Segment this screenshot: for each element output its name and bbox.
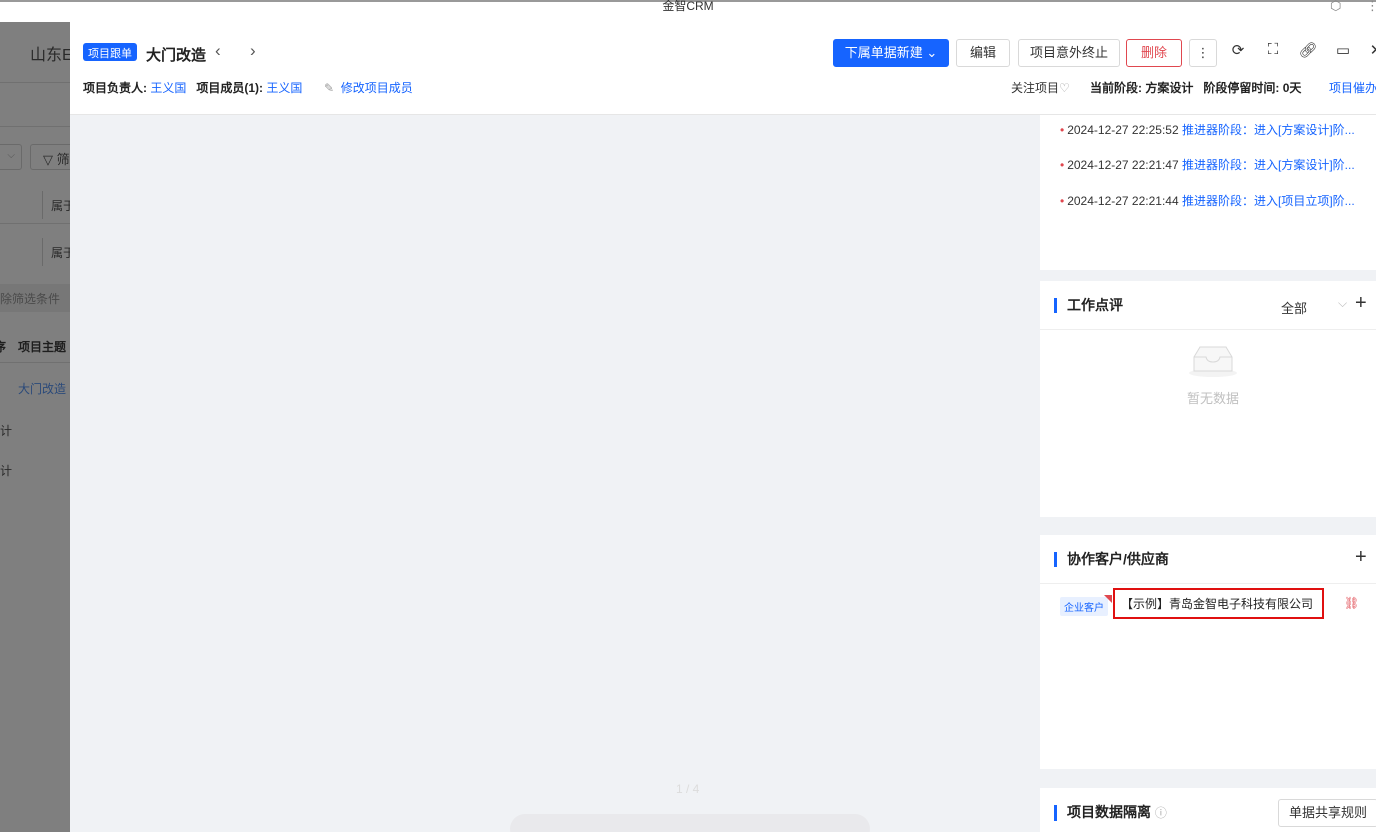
data-isolation-card: 项目数据隔离 ⓘ 单据共享规则 xyxy=(1040,788,1376,832)
field-label: 属于 xyxy=(42,238,70,266)
section-title: 工作点评 xyxy=(1054,298,1123,313)
chevron-down-icon: ⌵ xyxy=(7,150,15,161)
share-rules-button[interactable]: 单据共享规则 xyxy=(1278,799,1376,827)
section-title: 协作客户/供应商 xyxy=(1054,552,1169,567)
window-title: 金智CRM xyxy=(662,0,714,13)
work-review-card: 工作点评 全部 ⌵ + 暂无数据 xyxy=(1040,281,1376,517)
help-icon[interactable]: ⓘ xyxy=(1155,806,1167,820)
urge-project-link[interactable]: 项目催办 xyxy=(1329,79,1376,96)
add-icon[interactable]: + xyxy=(1355,546,1367,569)
view-select[interactable]: ⌵ xyxy=(0,144,22,170)
refresh-icon[interactable]: ⟳ xyxy=(1228,41,1248,59)
follow-project[interactable]: 关注项目♡ xyxy=(1011,79,1070,96)
log-entry: • 2024-12-27 22:21:47 推进器阶段：进入[方案设计]阶... xyxy=(1060,158,1355,172)
laptop-icon[interactable]: ▭ xyxy=(1333,41,1353,59)
divider xyxy=(0,223,70,224)
owner-link[interactable]: 王义国 xyxy=(150,81,186,95)
owner-info: 项目负责人: 王义国 项目成员(1): 王义国 xyxy=(83,81,303,95)
link-icon[interactable]: 🔗︎ xyxy=(1298,41,1318,59)
divider xyxy=(1040,329,1376,330)
table-cell: 计 xyxy=(0,464,13,478)
kebab-icon: ⋮ xyxy=(1196,45,1210,60)
chevron-down-icon[interactable]: ⌵ xyxy=(1338,296,1347,311)
chevron-down-icon: ⌄ xyxy=(926,45,938,60)
main-content-area xyxy=(70,115,1040,832)
section-title: 项目数据隔离 ⓘ xyxy=(1054,805,1167,821)
log-entry: • 2024-12-27 22:21:44 推进器阶段：进入[项目立项]阶... xyxy=(1060,194,1355,208)
edit-members-link[interactable]: ✎ 修改项目成员 xyxy=(324,79,413,96)
log-link[interactable]: 推进器阶段：进入[方案设计]阶... xyxy=(1182,158,1355,172)
customer-type-badge: 企业客户 xyxy=(1060,597,1108,616)
settings-icon[interactable]: ⬡ xyxy=(1330,0,1341,14)
review-filter-select[interactable]: 全部 xyxy=(1281,298,1307,317)
activity-log-card: • 2024-12-27 22:25:52 推进器阶段：进入[方案设计]阶... … xyxy=(1040,115,1376,270)
background-page: 山东E ⌵ ▽ 筛 属于 属于 除筛选条件 序 项目主题 大门改造 计 计 xyxy=(0,22,70,832)
more-actions-button[interactable]: ⋮ xyxy=(1189,39,1217,67)
record-title: 大门改造 xyxy=(146,47,207,64)
chevron-left-icon[interactable]: ‹ xyxy=(215,41,221,61)
partners-card: 协作客户/供应商 + 企业客户 【示例】青岛金智电子科技有限公司 ⛓︎ xyxy=(1040,535,1376,769)
edit-button[interactable]: 编辑 xyxy=(956,39,1010,67)
close-icon[interactable]: ✕ xyxy=(1366,41,1376,59)
table-cell: 计 xyxy=(0,424,13,438)
filter-icon: ▽ xyxy=(43,152,53,167)
empty-state-text: 暂无数据 xyxy=(1186,391,1239,406)
chevron-right-icon[interactable]: › xyxy=(250,41,256,61)
heart-icon: ♡ xyxy=(1059,81,1070,95)
filter-button[interactable]: ▽ 筛 xyxy=(30,144,70,170)
fullscreen-icon[interactable]: ⛶ xyxy=(1263,41,1283,58)
detail-drawer: 项目跟单 大门改造 ‹ › 下属单据新建 ⌄ 编辑 项目意外终止 删除 ⋮ ⟳ … xyxy=(70,22,1376,832)
members-link[interactable]: 王义国 xyxy=(266,81,302,95)
divider xyxy=(0,362,70,363)
pencil-icon: ✎ xyxy=(324,81,335,95)
add-icon[interactable]: + xyxy=(1355,292,1367,315)
customer-link[interactable]: 【示例】青岛金智电子科技有限公司 xyxy=(1113,588,1324,619)
field-label: 属于 xyxy=(42,191,70,219)
divider xyxy=(0,82,70,83)
clear-filters-link[interactable]: 除筛选条件 xyxy=(0,284,70,312)
log-entry: • 2024-12-27 22:25:52 推进器阶段：进入[方案设计]阶... xyxy=(1060,123,1355,137)
company-name: 山东E xyxy=(30,47,70,64)
new-sub-record-button[interactable]: 下属单据新建 ⌄ xyxy=(833,39,949,67)
table-row-link[interactable]: 大门改造 xyxy=(18,380,66,397)
unlink-icon[interactable]: ⛓︎ xyxy=(1344,596,1359,610)
flag-icon xyxy=(1104,595,1112,603)
column-header-subject: 项目主题 xyxy=(18,340,67,354)
divider xyxy=(1040,583,1376,584)
window-titlebar: 金智CRM ⬡ ⋮ xyxy=(0,0,1376,22)
page-indicator: 1 / 4 xyxy=(676,782,700,796)
column-header: 序 xyxy=(0,340,7,354)
record-type-tag: 项目跟单 xyxy=(83,43,137,61)
more-icon[interactable]: ⋮ xyxy=(1366,0,1376,14)
log-link[interactable]: 推进器阶段：进入[项目立项]阶... xyxy=(1182,194,1355,208)
divider xyxy=(0,126,70,127)
empty-inbox-icon xyxy=(1189,346,1237,377)
log-link[interactable]: 推进器阶段：进入[方案设计]阶... xyxy=(1182,123,1355,137)
document-toolbar[interactable] xyxy=(510,814,870,832)
stage-info: 当前阶段: 方案设计 阶段停留时间: 0天 xyxy=(1090,81,1302,95)
delete-button[interactable]: 删除 xyxy=(1126,39,1182,67)
terminate-project-button[interactable]: 项目意外终止 xyxy=(1018,39,1120,67)
drawer-header: 项目跟单 大门改造 ‹ › 下属单据新建 ⌄ 编辑 项目意外终止 删除 ⋮ ⟳ … xyxy=(70,22,1376,115)
